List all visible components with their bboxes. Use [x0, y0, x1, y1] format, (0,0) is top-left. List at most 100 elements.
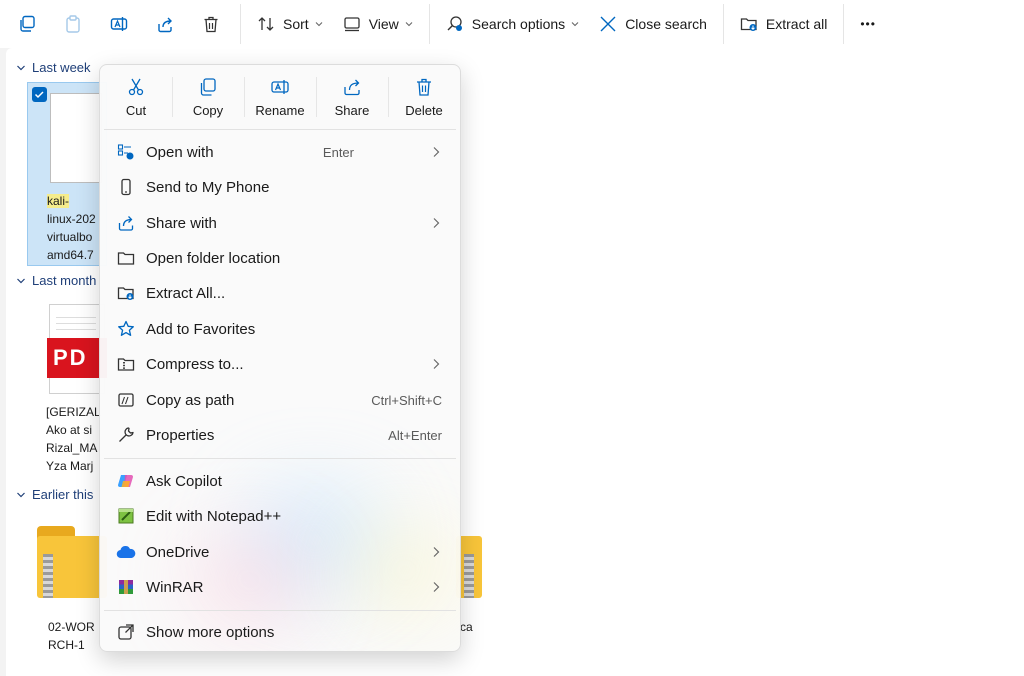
rename-button[interactable]: Rename: [244, 65, 316, 129]
menu-item-send-to-phone[interactable]: Send to My Phone: [104, 170, 456, 204]
file-item-kali[interactable]: kali-linux-202 virtualbo amd64.7: [27, 82, 107, 266]
share-button[interactable]: Share: [316, 65, 388, 129]
phone-icon: [116, 177, 136, 197]
chevron-down-icon: [405, 22, 413, 27]
menu-item-open-folder-location[interactable]: Open folder location: [104, 241, 456, 275]
rename-icon: [110, 17, 128, 31]
chevron-right-icon: [433, 359, 440, 369]
folder-icon: [116, 248, 136, 268]
file-name: kali-linux-202 virtualbo amd64.7: [47, 194, 96, 262]
menu-item-ask-copilot[interactable]: Ask Copilot: [104, 464, 456, 498]
close-search-button[interactable]: Close search: [589, 6, 717, 42]
see-more-button[interactable]: •••: [850, 6, 886, 42]
toolbar-separator: [843, 4, 845, 44]
copy-icon: [20, 15, 35, 32]
menu-item-shortcut: Alt+Enter: [388, 427, 442, 443]
trash-icon: [417, 78, 431, 96]
chevron-right-icon: [433, 547, 440, 557]
close-icon: [600, 16, 616, 32]
menu-item-show-more-options[interactable]: Show more options: [104, 615, 456, 649]
menu-divider: [104, 458, 456, 459]
menu-item-extract-all[interactable]: Extract All...: [104, 276, 456, 310]
menu-item-label: Send to My Phone: [146, 178, 270, 196]
rename-label: Rename: [255, 103, 305, 118]
context-menu: Cut Copy Rename Share Delete Open with E…: [99, 64, 461, 652]
search-options-icon: [447, 16, 462, 31]
zip-folder-icon: [37, 526, 107, 598]
delete-label: Delete: [405, 103, 443, 118]
view-button[interactable]: View: [333, 6, 423, 42]
extract-all-button[interactable]: Extract all: [730, 6, 837, 42]
menu-item-onedrive[interactable]: OneDrive: [104, 535, 456, 569]
group-label: Earlier this: [32, 487, 94, 502]
view-icon: [344, 17, 360, 32]
delete-button[interactable]: [193, 6, 229, 42]
zip-folder-icon: [116, 354, 136, 374]
copilot-icon: [116, 471, 136, 491]
share-icon: [158, 17, 172, 33]
menu-item-properties[interactable]: Properties Alt+Enter: [104, 418, 456, 452]
delete-button[interactable]: Delete: [388, 65, 460, 129]
share-icon: [116, 213, 136, 233]
share-button[interactable]: [147, 6, 183, 42]
share-label: Share: [334, 103, 370, 118]
winrar-icon: [116, 577, 136, 597]
menu-item-label: Add to Favorites: [146, 320, 256, 338]
group-header-last-week[interactable]: Last week: [16, 60, 91, 75]
trash-icon: [204, 16, 218, 33]
group-header-earlier[interactable]: Earlier this: [16, 487, 93, 502]
chevron-right-icon: [433, 147, 440, 157]
group-header-last-month[interactable]: Last month: [16, 273, 96, 288]
extract-folder-icon: [116, 283, 136, 303]
search-options-button[interactable]: Search options: [436, 6, 589, 42]
menu-item-label: Show more options: [146, 623, 275, 641]
file-name: ca: [460, 620, 473, 634]
copy-button[interactable]: [9, 6, 45, 42]
onedrive-cloud-icon: [116, 542, 136, 562]
menu-item-copy-as-path[interactable]: Copy as path Ctrl+Shift+C: [104, 383, 456, 417]
open-with-icon: [116, 142, 136, 162]
menu-item-label: OneDrive: [146, 543, 210, 561]
chevron-down-icon: [315, 22, 323, 27]
more-icon: •••: [860, 17, 876, 31]
copy-path-icon: [116, 390, 136, 410]
menu-item-label: Open folder location: [146, 249, 281, 267]
extract-all-label: Extract all: [765, 16, 828, 32]
menu-item-label: Share with: [146, 214, 217, 232]
copy-button[interactable]: Copy: [172, 65, 244, 129]
menu-item-label: Compress to...: [146, 355, 244, 373]
chevron-right-icon: [433, 218, 440, 228]
menu-item-add-to-favorites[interactable]: Add to Favorites: [104, 312, 456, 346]
menu-item-edit-with-notepad[interactable]: Edit with Notepad++: [104, 499, 456, 533]
menu-item-winrar[interactable]: WinRAR: [104, 570, 456, 604]
menu-item-share-with[interactable]: Share with: [104, 206, 456, 240]
file-item-zip-2[interactable]: ca: [456, 518, 516, 658]
sort-button[interactable]: Sort: [247, 6, 333, 42]
checkmark-icon: [34, 91, 44, 99]
quick-actions-bar: Cut Copy Rename Share Delete: [100, 65, 460, 129]
share-icon: [344, 79, 360, 96]
file-item-pdf[interactable]: PD [GERIZAL Ako at si Rizal_MA Yza Marj: [27, 296, 107, 478]
sort-icon: [258, 17, 274, 31]
toolbar-separator: [428, 4, 430, 44]
menu-item-open-with[interactable]: Open with Enter: [104, 135, 456, 169]
rename-button[interactable]: [101, 6, 137, 42]
file-name: [GERIZAL Ako at si Rizal_MA Yza Marj: [46, 405, 101, 473]
menu-divider: [104, 129, 456, 130]
menu-item-label: Copy as path: [146, 391, 235, 409]
wrench-icon: [116, 425, 136, 445]
sort-label: Sort: [283, 16, 309, 32]
toolbar-separator: [240, 4, 241, 44]
copy-icon: [200, 78, 216, 96]
chevron-down-icon: [17, 278, 25, 283]
star-icon: [116, 319, 136, 339]
selection-checkbox[interactable]: [32, 87, 47, 102]
cut-button[interactable]: Cut: [100, 65, 172, 129]
paste-button[interactable]: [55, 6, 91, 42]
chevron-right-icon: [433, 582, 440, 592]
document-thumbnail: [50, 93, 102, 183]
menu-item-compress-to[interactable]: Compress to...: [104, 347, 456, 381]
close-search-label: Close search: [625, 16, 707, 32]
file-item-zip-1[interactable]: 02-WOR RCH-1: [27, 518, 107, 658]
chevron-down-icon: [571, 22, 579, 27]
